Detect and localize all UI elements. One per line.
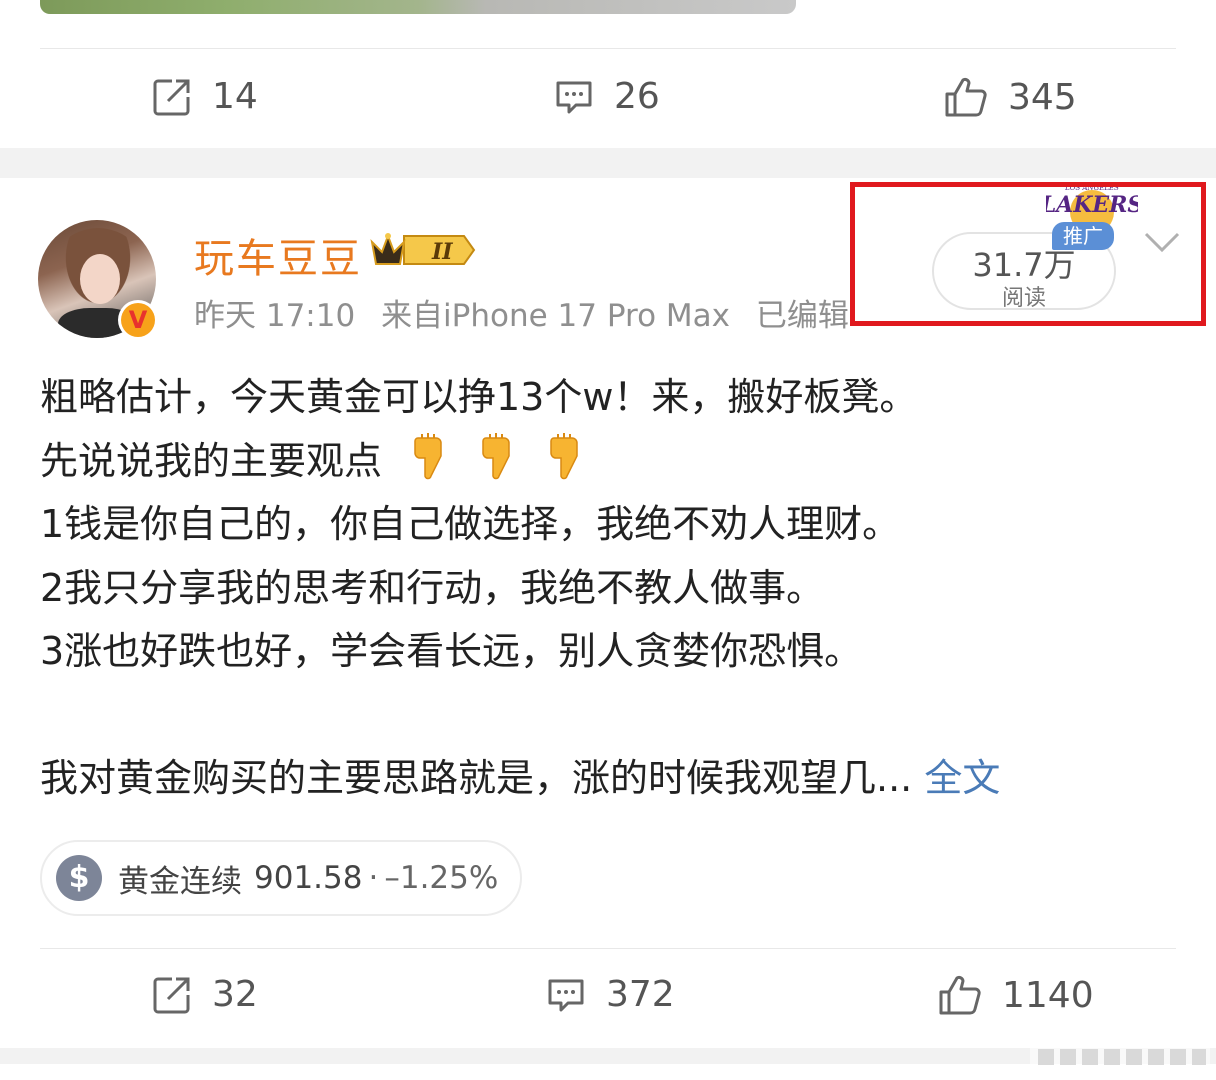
divider <box>40 48 1176 49</box>
finger-pointing-down-icon <box>550 432 579 479</box>
edited-label[interactable]: 已编辑 <box>756 298 849 334</box>
stock-separator: · <box>368 860 379 896</box>
like-button[interactable]: 345 <box>944 76 1077 118</box>
thumbs-up-icon <box>945 77 987 117</box>
text-line: 粗略估计，今天黄金可以挣13个w！来，搬好板凳。 <box>40 375 918 419</box>
like-button[interactable]: 1140 <box>938 974 1094 1016</box>
previous-post-image[interactable] <box>40 0 796 14</box>
comment-icon <box>556 81 592 113</box>
text-line: 1钱是你自己的，你自己做选择，我绝不劝人理财。 <box>40 502 901 546</box>
stock-name: 黄金连续 <box>118 863 242 900</box>
text-line: 2我只分享我的思考和行动，我绝不教人做事。 <box>40 565 825 610</box>
watermark-icon <box>1030 1044 1210 1070</box>
text-line: 先说说我的主要观点 <box>40 438 383 483</box>
repost-count: 14 <box>212 76 258 117</box>
post-body[interactable]: 粗略估计，今天黄金可以挣13个w！来，搬好板凳。 先说说我的主要观点 1钱是你自… <box>40 366 1180 811</box>
highlight-annotation-box <box>850 182 1206 326</box>
post-meta: 昨天 17:10 来自iPhone 17 Pro Max 已编辑 <box>194 290 849 335</box>
post-source[interactable]: 来自iPhone 17 Pro Max <box>381 298 730 334</box>
text-line-blank <box>40 684 1180 748</box>
like-count: 345 <box>1008 76 1077 118</box>
vip-crown-badge-icon[interactable]: II <box>368 230 476 270</box>
dollar-icon: $ <box>56 855 102 901</box>
stock-price: 901.58 <box>254 860 363 896</box>
thumbs-up-icon <box>939 975 981 1015</box>
stock-tag[interactable]: $ 黄金连续 901.58 · –1.25% <box>40 840 522 916</box>
comment-count: 372 <box>606 974 675 1015</box>
text-line: 我对黄金购买的主要思路就是，涨的时候我观望几... <box>40 756 913 800</box>
divider <box>40 948 1176 949</box>
finger-pointing-down-icon <box>414 432 442 479</box>
repost-icon <box>153 79 190 115</box>
repost-button[interactable]: 14 <box>152 76 258 117</box>
text-line: 3涨也好跌也好，学会看长远，别人贪婪你恐惧。 <box>40 629 863 673</box>
verified-badge-icon: V <box>118 300 158 340</box>
text-line-with-emoji: 先说说我的主要观点 <box>40 430 1180 494</box>
comment-button[interactable]: 26 <box>554 76 660 117</box>
repost-count: 32 <box>212 974 258 1015</box>
like-count: 1140 <box>1002 974 1094 1016</box>
repost-button[interactable]: 32 <box>152 974 258 1015</box>
comment-icon <box>548 979 584 1011</box>
post-time: 昨天 17:10 <box>194 298 356 334</box>
full-text-link[interactable]: 全文 <box>924 756 1000 800</box>
text-line-truncated: 我对黄金购买的主要思路就是，涨的时候我观望几... 全文 <box>40 747 1180 811</box>
repost-icon <box>153 977 190 1013</box>
comment-count: 26 <box>614 76 660 117</box>
previous-post-card: 14 26 345 <box>0 0 1216 148</box>
stock-change: –1.25% <box>384 860 499 896</box>
verified-badge-letter: V <box>121 303 155 337</box>
username[interactable]: 玩车豆豆 <box>194 226 362 284</box>
vip-level: II <box>431 239 453 265</box>
comment-button[interactable]: 372 <box>546 974 675 1015</box>
post-card: V 玩车豆豆 II 昨天 17:10 来自iPhone 17 Pro Max 已… <box>0 178 1216 1048</box>
finger-pointing-down-icon <box>482 432 510 479</box>
